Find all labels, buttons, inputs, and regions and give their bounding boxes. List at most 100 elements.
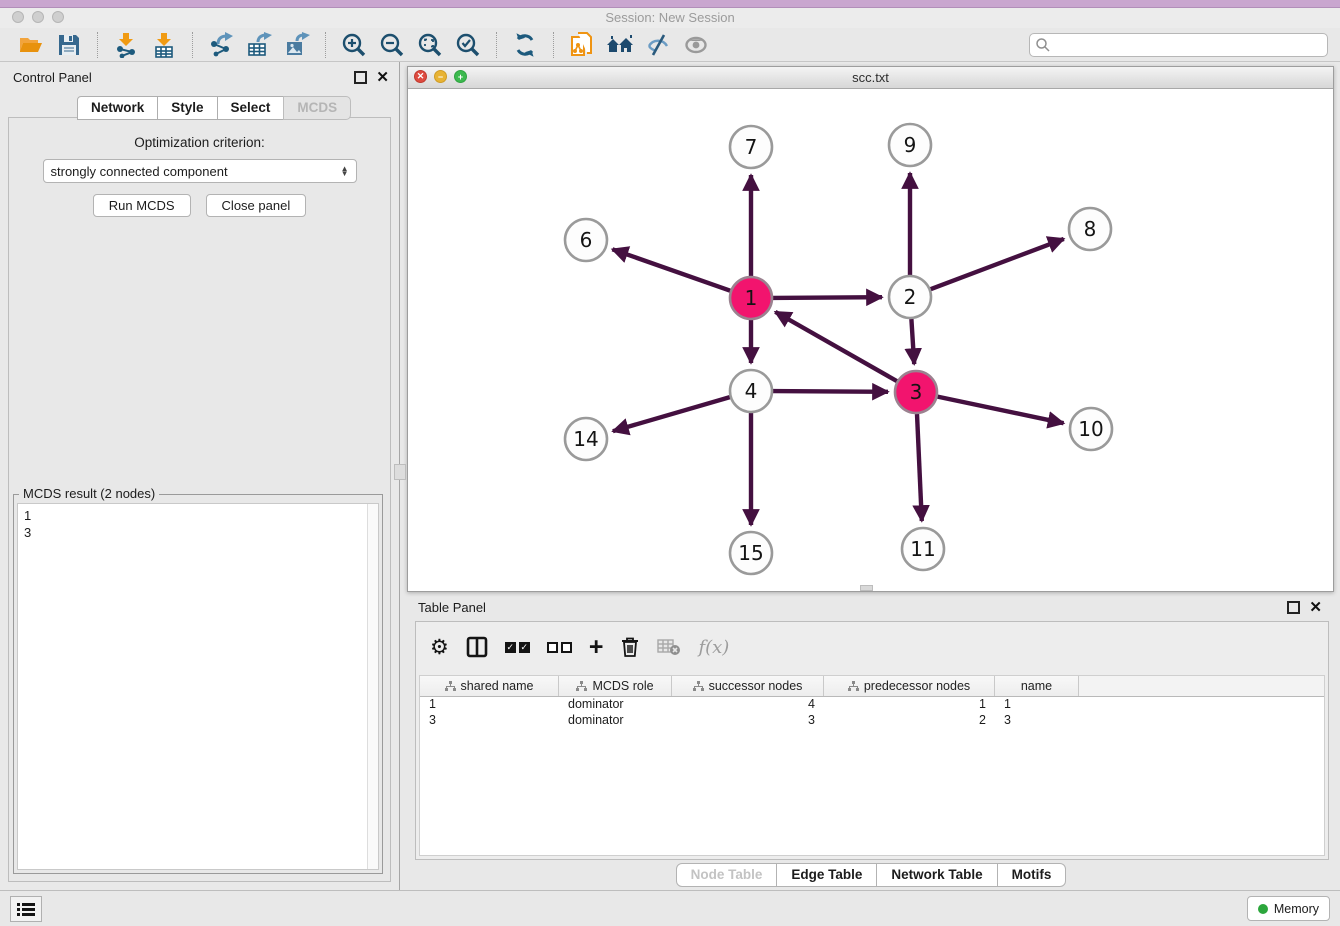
show-columns-icon[interactable] bbox=[466, 633, 488, 661]
svg-text:2: 2 bbox=[904, 285, 917, 309]
tab-edge-table[interactable]: Edge Table bbox=[776, 863, 877, 887]
tab-network-table[interactable]: Network Table bbox=[876, 863, 997, 887]
tab-style[interactable]: Style bbox=[157, 96, 217, 120]
tab-mcds[interactable]: MCDS bbox=[283, 96, 351, 120]
search-field[interactable] bbox=[1029, 33, 1328, 57]
mcds-result-area[interactable]: 1 3 bbox=[17, 503, 379, 870]
zoom-in-icon[interactable] bbox=[339, 30, 369, 60]
delete-column-trash-icon[interactable] bbox=[620, 633, 640, 661]
tab-network[interactable]: Network bbox=[77, 96, 158, 120]
svg-text:14: 14 bbox=[573, 427, 598, 451]
delete-table-icon bbox=[657, 633, 681, 661]
save-session-icon[interactable] bbox=[54, 30, 84, 60]
run-mcds-button[interactable]: Run MCDS bbox=[93, 194, 191, 217]
tab-motifs[interactable]: Motifs bbox=[997, 863, 1067, 887]
node-3[interactable]: 3 bbox=[895, 371, 937, 413]
close-table-panel-icon[interactable]: ✕ bbox=[1309, 600, 1322, 615]
show-all-icon[interactable] bbox=[681, 30, 711, 60]
search-input[interactable] bbox=[1051, 36, 1327, 53]
control-panel-title: Control Panel bbox=[13, 70, 92, 85]
zoom-out-icon[interactable] bbox=[377, 30, 407, 60]
float-panel-icon[interactable] bbox=[354, 71, 367, 84]
panel-splitter-handle[interactable] bbox=[394, 464, 406, 480]
svg-text:11: 11 bbox=[910, 537, 935, 561]
edge-2-8[interactable] bbox=[931, 239, 1064, 289]
edge-4-3[interactable] bbox=[773, 391, 888, 392]
select-all-icon[interactable]: ✓✓ bbox=[505, 633, 530, 661]
import-network-icon[interactable] bbox=[111, 30, 141, 60]
control-panel: Control Panel ✕ NetworkStyleSelectMCDS O… bbox=[0, 62, 400, 890]
edge-3-10[interactable] bbox=[938, 397, 1064, 424]
edge-4-14[interactable] bbox=[613, 397, 730, 431]
svg-text:10: 10 bbox=[1078, 417, 1103, 441]
table-header-row: shared nameMCDS rolesuccessor nodesprede… bbox=[420, 676, 1324, 697]
node-6[interactable]: 6 bbox=[565, 219, 607, 261]
add-column-icon[interactable]: + bbox=[589, 633, 604, 661]
export-table-icon[interactable] bbox=[244, 30, 274, 60]
deselect-all-icon[interactable] bbox=[547, 633, 572, 661]
network-view-window: ✕ − + scc.txt 7 9 6 8 1 2 4 3 14 10 15 11 bbox=[407, 66, 1334, 592]
zoom-fit-icon[interactable] bbox=[415, 30, 445, 60]
export-image-icon[interactable] bbox=[282, 30, 312, 60]
memory-button[interactable]: Memory bbox=[1247, 896, 1330, 921]
svg-text:3: 3 bbox=[910, 380, 923, 404]
node-11[interactable]: 11 bbox=[902, 528, 944, 570]
column-header-predecessor-nodes[interactable]: predecessor nodes bbox=[824, 676, 995, 696]
control-panel-tabs: NetworkStyleSelectMCDS bbox=[77, 96, 350, 120]
first-neighbors-icon[interactable] bbox=[605, 30, 635, 60]
close-panel-icon[interactable]: ✕ bbox=[376, 70, 389, 85]
refresh-icon[interactable] bbox=[510, 30, 540, 60]
criterion-value: strongly connected component bbox=[51, 164, 228, 179]
status-bar: Memory bbox=[0, 890, 1340, 926]
node-7[interactable]: 7 bbox=[730, 126, 772, 168]
float-table-panel-icon[interactable] bbox=[1287, 601, 1300, 614]
tab-select[interactable]: Select bbox=[217, 96, 285, 120]
list-icon bbox=[17, 902, 35, 916]
table-settings-gear-icon[interactable]: ⚙ bbox=[430, 633, 449, 661]
node-14[interactable]: 14 bbox=[565, 418, 607, 460]
network-graph[interactable]: 7 9 6 8 1 2 4 3 14 10 15 11 bbox=[408, 88, 1333, 591]
table-cell: 3 bbox=[672, 713, 824, 729]
result-scrollbar[interactable] bbox=[367, 504, 378, 869]
mcds-result-fieldset: MCDS result (2 nodes) 1 3 bbox=[13, 494, 383, 874]
column-header-name[interactable]: name bbox=[995, 676, 1079, 696]
export-network-icon[interactable] bbox=[206, 30, 236, 60]
criterion-dropdown[interactable]: strongly connected component ▲▼ bbox=[43, 159, 357, 183]
table-body: 1dominator4113dominator323 bbox=[420, 697, 1324, 729]
edge-1-6[interactable] bbox=[612, 249, 730, 290]
hide-selected-icon[interactable] bbox=[643, 30, 673, 60]
new-network-from-selection-icon[interactable] bbox=[567, 30, 597, 60]
table-cell: dominator bbox=[559, 697, 672, 713]
open-session-icon[interactable] bbox=[16, 30, 46, 60]
network-splitter-handle[interactable] bbox=[860, 585, 873, 591]
column-header-mcds-role[interactable]: MCDS role bbox=[559, 676, 672, 696]
table-panel-title: Table Panel bbox=[418, 600, 486, 615]
column-header-successor-nodes[interactable]: successor nodes bbox=[672, 676, 824, 696]
edge-3-1[interactable] bbox=[775, 312, 897, 381]
edge-2-3[interactable] bbox=[911, 319, 914, 364]
mcds-tab-content: Optimization criterion: strongly connect… bbox=[8, 117, 391, 882]
close-panel-button[interactable]: Close panel bbox=[206, 194, 307, 217]
edge-1-2[interactable] bbox=[773, 297, 882, 298]
node-15[interactable]: 15 bbox=[730, 532, 772, 574]
toolbar-separator bbox=[325, 32, 326, 58]
main-toolbar bbox=[0, 28, 1340, 62]
node-4[interactable]: 4 bbox=[730, 370, 772, 412]
task-history-button[interactable] bbox=[10, 896, 42, 922]
import-table-icon[interactable] bbox=[149, 30, 179, 60]
node-1[interactable]: 1 bbox=[730, 277, 772, 319]
svg-text:6: 6 bbox=[580, 228, 593, 252]
network-window-titlebar[interactable]: ✕ − + scc.txt bbox=[408, 67, 1333, 89]
node-8[interactable]: 8 bbox=[1069, 208, 1111, 250]
table-row[interactable]: 3dominator323 bbox=[420, 713, 1324, 729]
node-9[interactable]: 9 bbox=[889, 124, 931, 166]
node-2[interactable]: 2 bbox=[889, 276, 931, 318]
edge-3-11[interactable] bbox=[917, 414, 922, 521]
tab-node-table[interactable]: Node Table bbox=[676, 863, 778, 887]
table-row[interactable]: 1dominator411 bbox=[420, 697, 1324, 713]
table-cell: 3 bbox=[420, 713, 559, 729]
column-header-shared-name[interactable]: shared name bbox=[420, 676, 559, 696]
zoom-selected-icon[interactable] bbox=[453, 30, 483, 60]
node-10[interactable]: 10 bbox=[1070, 408, 1112, 450]
node-table[interactable]: shared nameMCDS rolesuccessor nodesprede… bbox=[419, 675, 1325, 856]
